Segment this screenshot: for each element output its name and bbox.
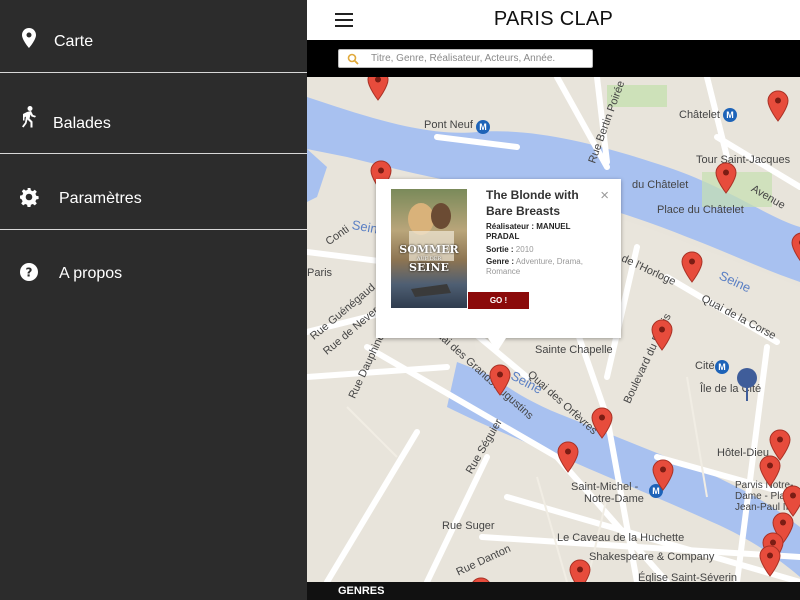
map-pin-icon[interactable] bbox=[569, 559, 591, 582]
map-label: Place du Châtelet bbox=[657, 204, 744, 216]
map-pin-icon[interactable] bbox=[651, 319, 673, 351]
popup-pointer bbox=[488, 338, 506, 352]
director-label: Réalisateur : bbox=[486, 222, 535, 231]
poster-title: SOMMER AUF DER SEINE bbox=[399, 243, 459, 274]
map-pin-icon[interactable] bbox=[715, 162, 737, 194]
map-label: Rue Suger bbox=[442, 520, 495, 532]
sidebar-item-carte[interactable]: Carte bbox=[0, 0, 307, 73]
map-pin-icon[interactable] bbox=[591, 407, 613, 439]
map-pin-icon bbox=[18, 27, 40, 49]
genre-row: Genre : Adventure, Drama, Romance bbox=[486, 257, 586, 277]
map-label: Pont Neuf bbox=[424, 119, 473, 131]
map-pin-icon[interactable] bbox=[759, 545, 781, 577]
search-bar bbox=[307, 40, 800, 77]
movie-info-popup: SOMMER AUF DER SEINE The Blonde with Bar… bbox=[376, 179, 621, 338]
map-pin-icon[interactable] bbox=[791, 232, 800, 264]
map-label: Paris bbox=[307, 267, 333, 279]
map-label: Église Saint-Séverin bbox=[638, 572, 738, 582]
gear-icon bbox=[18, 186, 40, 208]
map-view[interactable]: Pont Neuf M Châtelet M Tour Saint-Jacque… bbox=[307, 77, 800, 582]
metro-icon: M bbox=[723, 108, 737, 122]
main-content: PARIS CLAP Titre, Genre, Réalisateur, Ac… bbox=[307, 0, 800, 600]
map-pin-icon[interactable] bbox=[367, 77, 389, 101]
genre-label: Genre : bbox=[486, 257, 515, 266]
map-label: Le Caveau de la Huchette bbox=[557, 532, 685, 544]
help-circle-icon: ? bbox=[18, 261, 40, 283]
search-input[interactable] bbox=[371, 53, 591, 64]
map-label: du Châtelet bbox=[632, 179, 689, 191]
sidebar-item-balades[interactable]: Balades bbox=[0, 73, 307, 154]
sidebar-item-label: Balades bbox=[53, 115, 111, 132]
movie-title: The Blonde with Bare Breasts bbox=[486, 188, 579, 218]
map-label: Saint-Michel - bbox=[571, 481, 639, 493]
map-pin-icon[interactable] bbox=[681, 251, 703, 283]
search-box[interactable] bbox=[338, 49, 593, 68]
map-pin-icon[interactable] bbox=[652, 459, 674, 491]
app-header: PARIS CLAP bbox=[307, 0, 800, 40]
release-row: Sortie : 2010 bbox=[486, 245, 586, 255]
map-pin-icon[interactable] bbox=[767, 90, 789, 122]
map-label: Notre-Dame bbox=[584, 493, 644, 505]
genres-bar[interactable]: GENRES bbox=[307, 582, 800, 600]
release-value: 2010 bbox=[515, 245, 534, 254]
sidebar-item-label: Carte bbox=[54, 33, 94, 50]
map-label: Shakespeare & Company bbox=[589, 551, 715, 563]
sidebar-item-label: Paramètres bbox=[59, 190, 142, 207]
map-label: Tour Saint-Jacques bbox=[696, 154, 791, 166]
go-button[interactable]: GO ! bbox=[468, 292, 529, 309]
director-row: Réalisateur : MANUEL PRADAL bbox=[486, 222, 586, 242]
search-icon bbox=[347, 52, 361, 66]
svg-text:?: ? bbox=[26, 266, 33, 280]
current-location-icon bbox=[737, 368, 757, 401]
navigation-drawer: Carte Balades Paramètres ? A propos bbox=[0, 0, 307, 600]
map-pin-icon[interactable] bbox=[557, 441, 579, 473]
movie-poster: SOMMER AUF DER SEINE bbox=[391, 189, 467, 308]
metro-icon: M bbox=[715, 360, 729, 374]
app-title: PARIS CLAP bbox=[493, 8, 614, 30]
sidebar-item-a-propos[interactable]: ? A propos bbox=[0, 230, 307, 310]
map-pin-icon[interactable] bbox=[759, 455, 781, 487]
release-label: Sortie : bbox=[486, 245, 514, 254]
map-label: Cité bbox=[695, 360, 715, 372]
map-label: Châtelet bbox=[679, 109, 720, 121]
genres-label: GENRES bbox=[338, 585, 385, 597]
map-pin-icon[interactable] bbox=[489, 364, 511, 396]
sidebar-item-parametres[interactable]: Paramètres bbox=[0, 154, 307, 230]
close-icon[interactable]: × bbox=[600, 187, 609, 204]
walker-icon bbox=[18, 106, 40, 128]
sidebar-item-label: A propos bbox=[59, 265, 123, 282]
metro-icon: M bbox=[476, 120, 490, 134]
map-label: Sainte Chapelle bbox=[535, 344, 613, 356]
